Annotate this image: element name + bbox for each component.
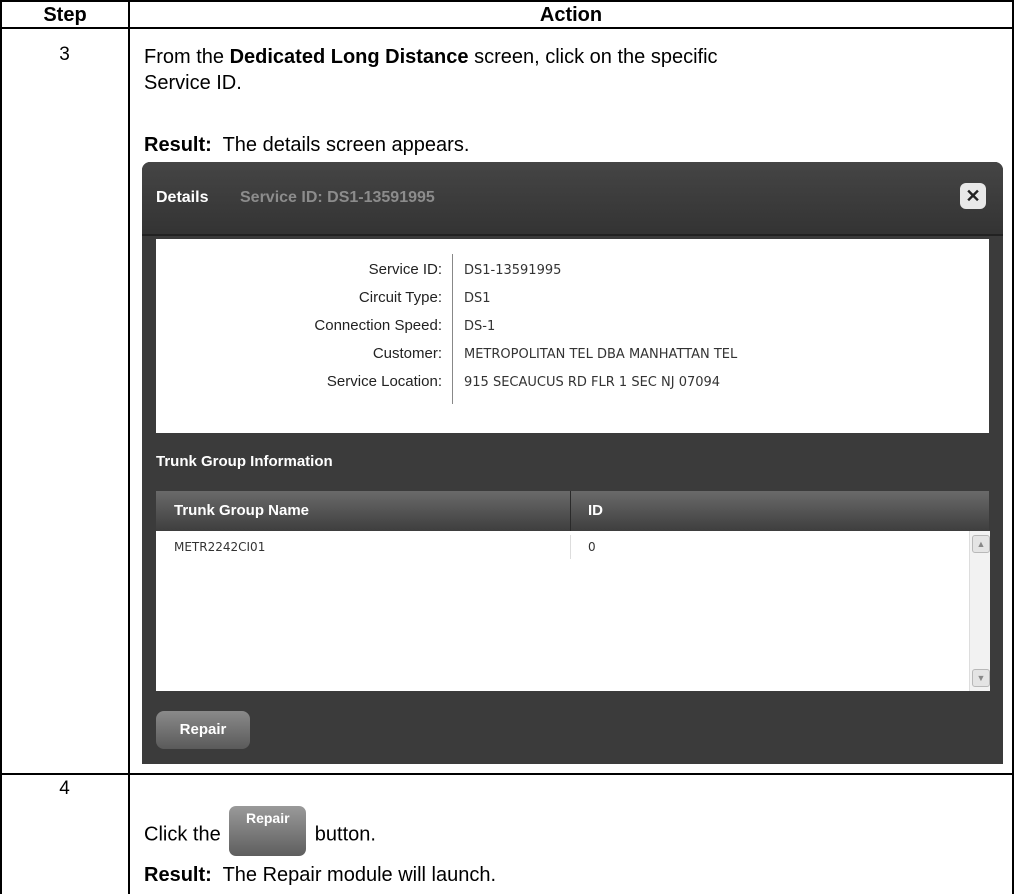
dialog-header-separator [142,234,1003,236]
result-label: Result: [144,134,212,156]
step-number-4: 4 [59,778,70,799]
value-service-id: DS1-13591995 [464,263,562,278]
header-column-divider [570,491,571,531]
trunk-group-table: Trunk Group Name ID METR2242CI01 0 ▲ ▼ [156,491,990,691]
table-border-left [0,0,2,894]
table-scrollbar[interactable]: ▲ ▼ [969,531,990,691]
label-customer: Customer: [372,345,442,362]
dialog-subtitle: Service ID: DS1-13591995 [240,189,435,206]
label-service-location: Service Location: [326,373,442,390]
column-header-trunk-group-name[interactable]: Trunk Group Name [174,502,309,519]
value-service-location: 915 SECAUCUS RD FLR 1 SEC NJ 07094 [464,375,721,390]
step-number-3: 3 [59,44,70,65]
label-circuit-type: Circuit Type: [358,289,442,306]
result-label: Result: [144,864,212,886]
label-connection-speed: Connection Speed: [314,317,442,334]
row-column-divider [570,535,571,559]
details-dialog: Details Service ID: DS1-13591995 ✕ Servi… [142,162,1003,764]
result-text: The details screen appears. [222,134,470,156]
value-customer: METROPOLITAN TEL DBA MANHATTAN TEL [464,347,738,362]
close-icon[interactable]: ✕ [960,183,986,209]
service-info-panel: Service ID: DS1-13591995 Circuit Type: D… [156,239,989,433]
inline-repair-button: Repair [229,806,307,856]
dialog-header: Details Service ID: DS1-13591995 ✕ [142,162,1003,236]
header-step: Step [43,4,87,26]
trunk-group-title: Trunk Group Information [156,453,333,470]
step3-result: Result: The details screen appears. [144,132,469,158]
column-divider [128,0,130,894]
step4-instruction: Click the Repair button. [144,806,376,860]
step4-result: Result: The Repair module will launch. [144,862,496,888]
trunk-table-header: Trunk Group Name ID [156,491,989,531]
step3-line1-suffix: screen, click on the specific [468,46,718,68]
result-text: The Repair module will launch. [222,864,497,886]
scroll-down-icon[interactable]: ▼ [972,669,990,687]
value-circuit-type: DS1 [464,291,491,306]
scroll-up-icon[interactable]: ▲ [972,535,990,553]
column-header-id[interactable]: ID [588,502,603,519]
dialog-title: Details [156,189,209,206]
step4-click-prefix: Click the [144,823,227,846]
cell-trunk-group-name: METR2242CI01 [174,540,266,554]
step3-instruction: From the Dedicated Long Distance screen,… [144,44,718,96]
step3-line2: Service ID. [144,72,242,94]
step3-line1-prefix: From the [144,46,230,68]
value-connection-speed: DS-1 [464,319,496,334]
info-divider [452,254,453,404]
row-divider [0,773,1014,775]
procedure-table: Step Action 3 From the Dedicated Long Di… [0,0,1014,894]
screen-name: Dedicated Long Distance [229,46,469,68]
header-action: Action [539,4,603,26]
repair-button[interactable]: Repair [156,711,250,749]
step4-click-suffix: button. [309,823,376,846]
cell-id: 0 [588,540,596,554]
label-service-id: Service ID: [368,261,442,278]
